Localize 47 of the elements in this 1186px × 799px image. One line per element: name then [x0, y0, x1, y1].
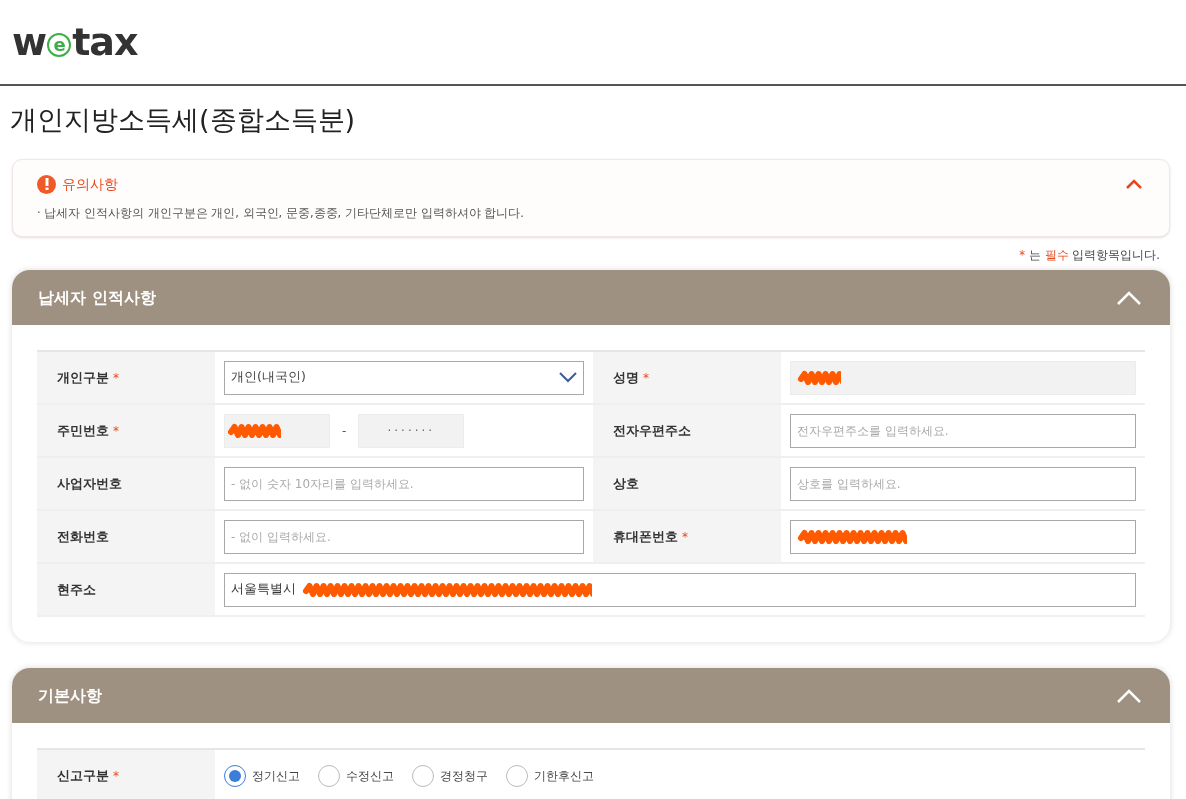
field-label: 상호: [613, 474, 639, 493]
required-asterisk: *: [113, 369, 119, 387]
notice-title: 유의사항: [62, 174, 118, 194]
radio-option[interactable]: 정기신고: [224, 764, 300, 787]
required-asterisk: *: [113, 422, 119, 440]
page-title: 개인지방소득세(종합소득분): [9, 103, 357, 137]
field-label: 성명: [613, 368, 639, 387]
field-label: 주민번호: [57, 421, 109, 440]
masked-value: ·······: [387, 422, 436, 440]
radio-option[interactable]: 기한후신고: [506, 764, 594, 787]
input-field[interactable]: - 없이 숫자 10자리를 입력하세요.: [224, 466, 584, 501]
radio-button[interactable]: [318, 764, 340, 787]
field-label: 사업자번호: [57, 474, 122, 493]
section-title: 납세자 인적사항: [38, 286, 156, 309]
chevron-up-icon: [1125, 179, 1143, 189]
required-note: 는 필수 입력항목입니다.: [1029, 246, 1160, 264]
field-label: 휴대폰번호: [613, 527, 678, 546]
input-field[interactable]: - 없이 입력하세요.: [224, 519, 584, 554]
required-asterisk: *: [1019, 246, 1026, 264]
input-field[interactable]: 서울특별시: [224, 572, 1136, 607]
required-asterisk: *: [643, 369, 649, 387]
field-label: 전자우편주소: [613, 421, 691, 440]
radio-button[interactable]: [224, 764, 246, 787]
field-value: 서울특별시: [231, 580, 296, 599]
field-label: 전화번호: [57, 527, 109, 546]
required-asterisk: *: [113, 767, 119, 785]
input-field[interactable]: 상호를 입력하세요.: [790, 466, 1136, 501]
required-asterisk: *: [682, 528, 688, 546]
exclamation-icon: [37, 174, 56, 194]
chevron-up-icon: [1116, 688, 1142, 703]
field-label: 현주소: [57, 580, 96, 599]
chevron-up-icon: [1116, 290, 1142, 305]
radio-button[interactable]: [506, 764, 528, 787]
field-label: 신고구분: [57, 766, 109, 785]
radio-button[interactable]: [412, 764, 434, 787]
separator-dash: -: [342, 422, 347, 440]
section-title: 기본사항: [38, 684, 102, 707]
input-field[interactable]: [790, 519, 1136, 554]
chevron-down-icon: [559, 372, 577, 383]
select-dropdown[interactable]: 개인(내국인): [224, 360, 584, 395]
radio-option[interactable]: 경정청구: [412, 764, 488, 787]
input-field[interactable]: 전자우편주소를 입력하세요.: [790, 413, 1136, 448]
field-label: 개인구분: [57, 368, 109, 387]
notice-text: · 납세자 인적사항의 개인구분은 개인, 외국인, 문중,종중, 기타단체로만 입력하셔야 합니다.: [37, 204, 525, 222]
input-field[interactable]: ·······: [358, 413, 465, 448]
radio-option[interactable]: 수정신고: [318, 764, 394, 787]
wetax-logo[interactable]: w e tax: [12, 23, 138, 61]
